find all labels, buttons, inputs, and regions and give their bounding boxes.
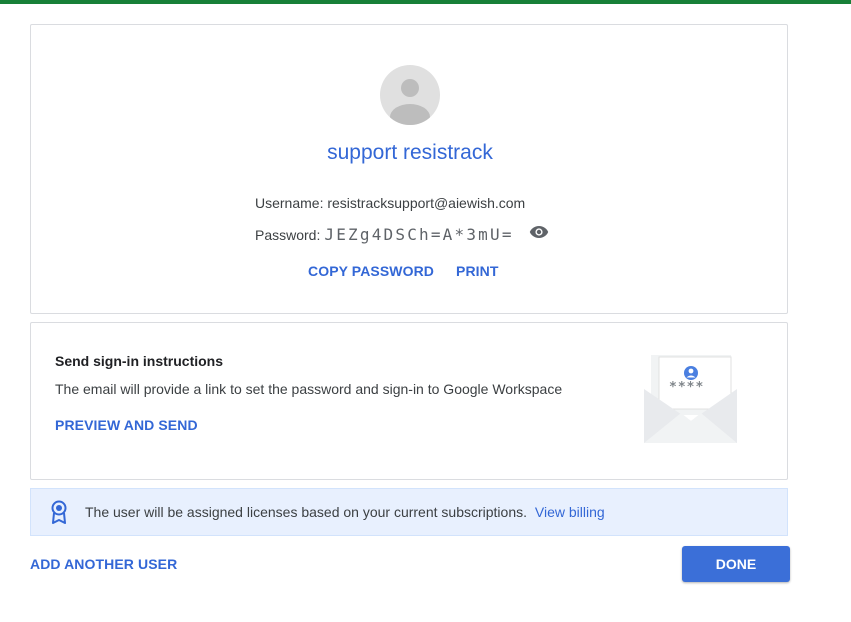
password-value: JEZg4DSCh=A*3mU= [324, 225, 514, 244]
envelope-password-illustration: **** [631, 351, 741, 447]
preview-and-send-button[interactable]: PREVIEW AND SEND [55, 417, 198, 433]
send-instructions-card: Send sign-in instructions The email will… [30, 322, 788, 480]
add-another-user-button[interactable]: ADD ANOTHER USER [30, 556, 177, 572]
license-info-banner: The user will be assigned licenses based… [30, 488, 788, 536]
license-badge-icon [49, 500, 69, 524]
license-info-message: The user will be assigned licenses based… [85, 504, 528, 520]
person-avatar-icon [380, 65, 440, 125]
user-display-name: support resistrack [327, 141, 493, 164]
send-instructions-description: The email will provide a link to set the… [55, 381, 563, 397]
password-row: Password: JEZg4DSCh=A*3mU= [255, 225, 550, 244]
password-label: Password: [255, 226, 321, 243]
done-button[interactable]: DONE [682, 546, 790, 582]
send-instructions-title: Send sign-in instructions [55, 353, 224, 369]
top-accent-bar [0, 0, 851, 4]
view-billing-link[interactable]: View billing [535, 504, 605, 520]
username-label: Username: [255, 195, 324, 211]
copy-password-button[interactable]: COPY PASSWORD [308, 263, 434, 279]
print-button[interactable]: PRINT [456, 263, 499, 279]
illustration-password-mask: **** [669, 380, 705, 395]
username-value: resistracksupport@aiewish.com [327, 195, 526, 211]
user-info-card: support resistrack Username: resistracks… [30, 24, 788, 314]
username-row: Username: resistracksupport@aiewish.com [255, 195, 525, 211]
eye-icon[interactable] [528, 224, 550, 240]
license-info-text: The user will be assigned licenses based… [85, 504, 605, 520]
